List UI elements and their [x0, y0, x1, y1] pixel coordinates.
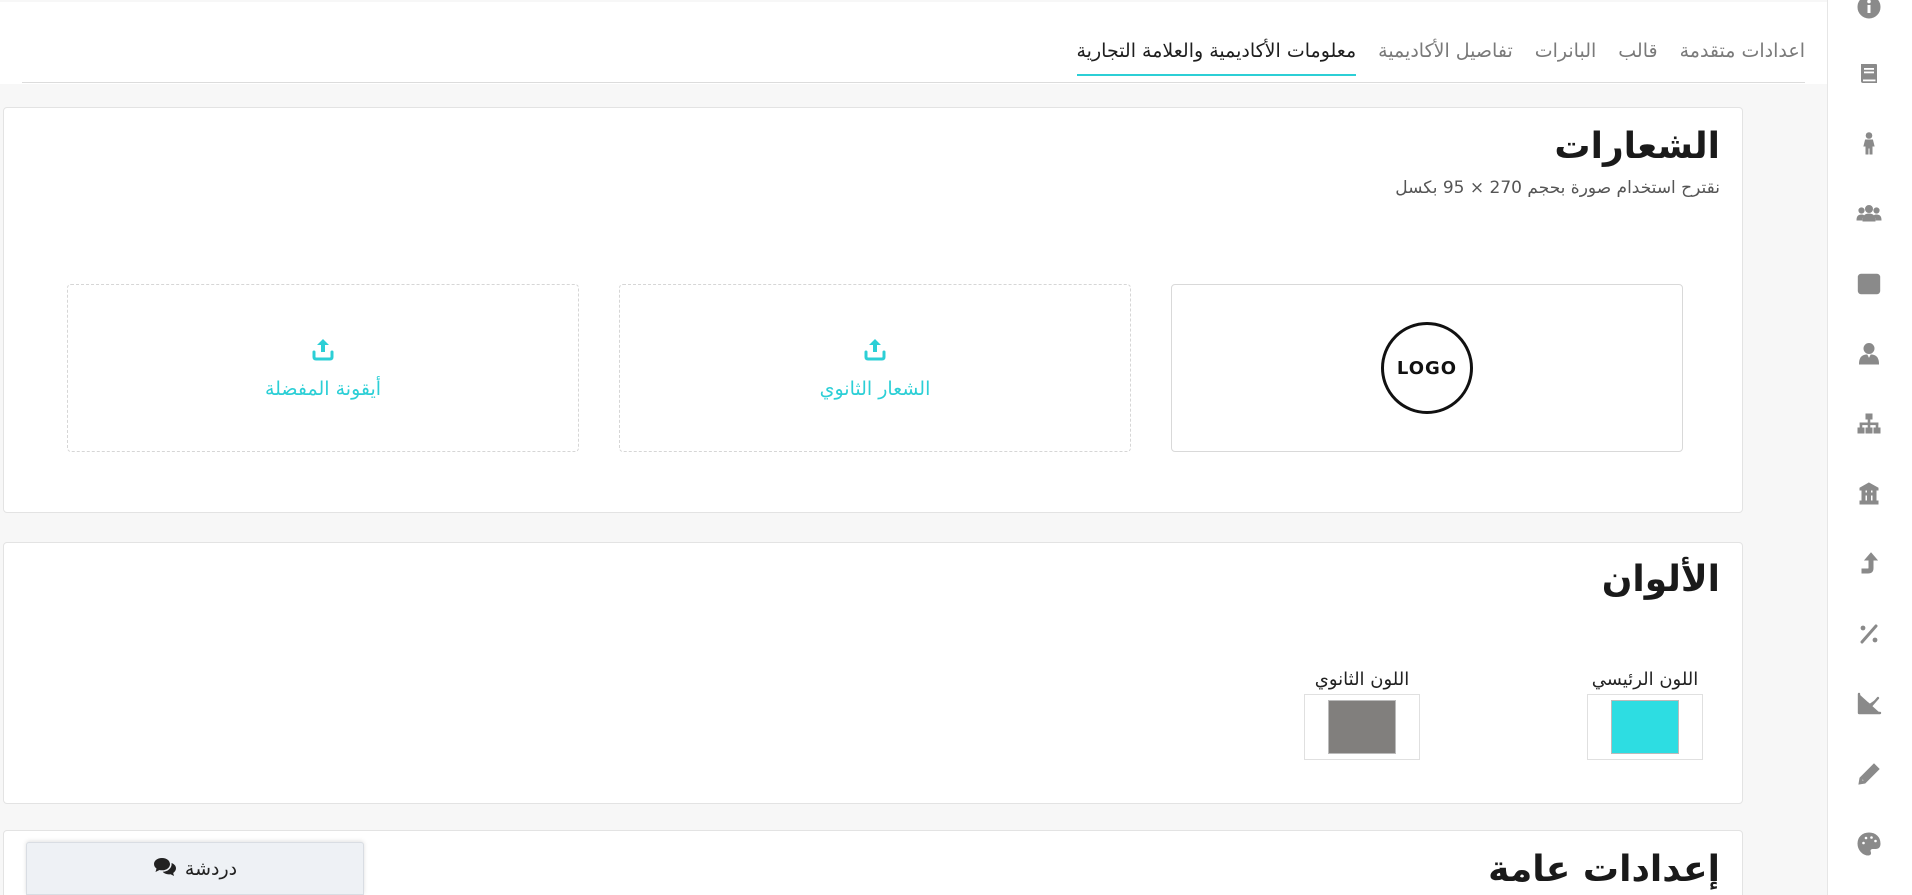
comments-icon [153, 857, 177, 881]
secondary-logo-upload[interactable]: الشعار الثانوي [619, 284, 1131, 452]
right-sidebar [1827, 0, 1912, 895]
tabs-bar: معلومات الأكاديمية والعلامة التجارية تفا… [0, 2, 1827, 84]
general-settings-title: إعدادات عامة [1488, 849, 1720, 890]
tabs-divider [22, 82, 1805, 83]
logos-title: الشعارات [1554, 126, 1720, 167]
favicon-label: أيقونة المفضلة [264, 378, 382, 400]
primary-color-swatch [1611, 700, 1679, 754]
colors-title: الألوان [1601, 559, 1720, 600]
upload-icon [310, 336, 336, 366]
book-icon[interactable] [1852, 57, 1886, 91]
main-content: معلومات الأكاديمية والعلامة التجارية تفا… [0, 0, 1827, 895]
tab-list: معلومات الأكاديمية والعلامة التجارية تفا… [1076, 40, 1805, 76]
colors-card: الألوان اللون الرئيسي اللون الثانوي [3, 542, 1743, 804]
grid-icon[interactable] [1852, 267, 1886, 301]
upload-icon [862, 336, 888, 366]
tab-template[interactable]: قالب [1618, 40, 1657, 76]
main-logo-image: LOGO [1381, 322, 1473, 414]
main-logo-upload[interactable]: LOGO [1171, 284, 1683, 452]
primary-color-picker: اللون الرئيسي [1587, 669, 1703, 760]
favicon-upload[interactable]: أيقونة المفضلة [67, 284, 579, 452]
logos-size-hint: نقترح استخدام صورة بحجم 270 × 95 بكسل [1395, 178, 1720, 198]
secondary-color-swatch-frame[interactable] [1304, 694, 1420, 760]
info-icon[interactable] [1852, 0, 1886, 24]
line-chart-icon[interactable] [1852, 687, 1886, 721]
secondary-color-label: اللون الثانوي [1314, 669, 1410, 690]
palette-icon[interactable] [1852, 827, 1886, 861]
chat-label: دردشة [184, 857, 238, 880]
tab-academy-details[interactable]: تفاصيل الأكاديمية [1378, 40, 1513, 76]
users-icon[interactable] [1852, 197, 1886, 231]
tab-banners[interactable]: البانرات [1535, 40, 1597, 76]
secondary-color-swatch [1328, 700, 1396, 754]
tab-academy-branding[interactable]: معلومات الأكاديمية والعلامة التجارية [1076, 40, 1357, 76]
turn-up-arrow-icon[interactable] [1852, 547, 1886, 581]
building-icon[interactable] [1852, 477, 1886, 511]
tab-advanced-settings[interactable]: اعدادات متقدمة [1680, 40, 1805, 76]
chat-button[interactable]: دردشة [26, 842, 364, 895]
secondary-color-picker: اللون الثانوي [1304, 669, 1420, 760]
person-icon[interactable] [1852, 127, 1886, 161]
secondary-logo-label: الشعار الثانوي [819, 378, 931, 400]
sitemap-icon[interactable] [1852, 407, 1886, 441]
primary-color-label: اللون الرئيسي [1591, 669, 1699, 690]
primary-color-swatch-frame[interactable] [1587, 694, 1703, 760]
user-tie-icon[interactable] [1852, 337, 1886, 371]
logos-card: الشعارات نقترح استخدام صورة بحجم 270 × 9… [3, 107, 1743, 513]
pencil-icon[interactable] [1852, 757, 1886, 791]
percent-icon[interactable] [1852, 617, 1886, 651]
